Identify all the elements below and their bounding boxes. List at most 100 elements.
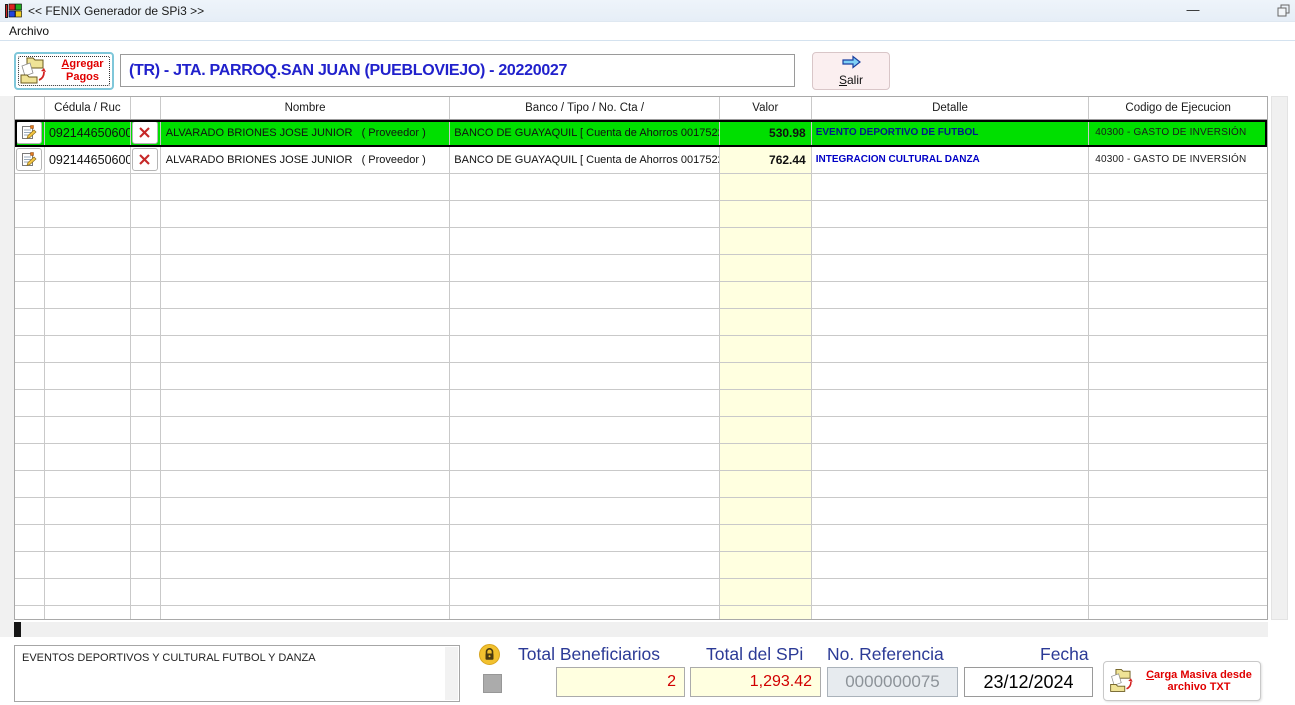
column-header-nombre[interactable]: Nombre bbox=[161, 97, 451, 119]
cell-empty bbox=[812, 390, 1090, 417]
delete-row-button[interactable] bbox=[132, 148, 158, 171]
column-header-detalle[interactable]: Detalle bbox=[812, 97, 1090, 119]
cell-empty bbox=[450, 282, 720, 309]
grid-row-empty bbox=[15, 336, 1267, 363]
cell-valor[interactable]: 530.98 bbox=[720, 120, 812, 147]
cell-empty bbox=[15, 471, 45, 498]
cell-empty bbox=[1089, 363, 1267, 390]
cell-empty bbox=[45, 174, 131, 201]
cell-empty bbox=[161, 336, 451, 363]
grid-row-empty bbox=[15, 444, 1267, 471]
cell-empty bbox=[812, 444, 1090, 471]
cell-empty bbox=[812, 228, 1090, 255]
grid-row-empty bbox=[15, 282, 1267, 309]
cell-empty bbox=[45, 363, 131, 390]
cell-empty bbox=[45, 525, 131, 552]
column-header-valor[interactable]: Valor bbox=[720, 97, 812, 119]
grid-vertical-scrollbar[interactable] bbox=[1271, 96, 1288, 620]
grid-row[interactable]: 0921446506001 ALVARADO BRIONES JOSE JUNIO… bbox=[15, 147, 1267, 174]
cell-empty bbox=[15, 363, 45, 390]
cell-empty bbox=[45, 228, 131, 255]
cell-empty bbox=[161, 228, 451, 255]
cell-empty bbox=[161, 309, 451, 336]
grid-row-empty bbox=[15, 606, 1267, 619]
app-window-icon bbox=[5, 3, 22, 19]
cell-empty bbox=[1089, 606, 1267, 619]
total-spi-field[interactable]: 1,293.42 bbox=[690, 667, 821, 697]
cell-empty bbox=[45, 390, 131, 417]
column-header-cedula[interactable]: Cédula / Ruc bbox=[45, 97, 131, 119]
cell-banco[interactable]: BANCO DE GUAYAQUIL [ Cuenta de Ahorros 0… bbox=[450, 147, 720, 174]
edit-row-button[interactable] bbox=[16, 121, 42, 144]
cell-empty bbox=[1089, 228, 1267, 255]
cell-empty bbox=[720, 471, 812, 498]
cell-empty bbox=[131, 552, 161, 579]
cell-empty bbox=[812, 606, 1090, 619]
scrollbar-thumb[interactable] bbox=[14, 622, 21, 637]
delete-row-button[interactable] bbox=[132, 121, 158, 144]
cell-empty bbox=[450, 174, 720, 201]
cell-codigo[interactable]: 40300 - GASTO DE INVERSIÓN bbox=[1089, 147, 1267, 174]
cell-empty bbox=[812, 471, 1090, 498]
cell-empty bbox=[15, 174, 45, 201]
cell-empty bbox=[720, 498, 812, 525]
cell-empty bbox=[45, 336, 131, 363]
cell-cedula[interactable]: 0921446506001 bbox=[45, 147, 131, 174]
cell-codigo[interactable]: 40300 - GASTO DE INVERSIÓN bbox=[1089, 120, 1267, 147]
grid-row-empty bbox=[15, 363, 1267, 390]
minimize-button[interactable]: — bbox=[1176, 0, 1210, 22]
grid-row-empty bbox=[15, 579, 1267, 606]
cell-empty bbox=[1089, 471, 1267, 498]
cell-empty bbox=[161, 552, 451, 579]
cell-empty bbox=[720, 336, 812, 363]
cell-empty bbox=[45, 606, 131, 619]
column-header-codigo[interactable]: Codigo de Ejecucion bbox=[1089, 97, 1267, 119]
status-square bbox=[483, 674, 502, 693]
exit-button[interactable]: Salir bbox=[812, 52, 890, 90]
restore-button[interactable] bbox=[1277, 4, 1291, 18]
column-header-banco[interactable]: Banco / Tipo / No. Cta / bbox=[450, 97, 720, 119]
grid-row[interactable]: 0921446506001 ALVARADO BRIONES JOSE JUNIO… bbox=[15, 120, 1267, 147]
carga-masiva-button[interactable]: Carga Masiva desde archivo TXT bbox=[1103, 661, 1261, 701]
column-header-delete[interactable] bbox=[131, 97, 161, 119]
cell-detalle[interactable]: EVENTO DEPORTIVO DE FUTBOL bbox=[812, 120, 1090, 147]
cell-empty bbox=[1089, 579, 1267, 606]
cell-detalle[interactable]: INTEGRACION CULTURAL DANZA bbox=[812, 147, 1090, 174]
cell-empty bbox=[812, 174, 1090, 201]
cell-empty bbox=[161, 282, 451, 309]
add-payments-button[interactable]: Agregar Pagos bbox=[14, 52, 114, 90]
cell-banco[interactable]: BANCO DE GUAYAQUIL [ Cuenta de Ahorros 0… bbox=[450, 120, 720, 147]
grid-row-empty bbox=[15, 471, 1267, 498]
cell-empty bbox=[161, 201, 451, 228]
grid-row-empty bbox=[15, 498, 1267, 525]
menu-item-archivo[interactable]: Archivo bbox=[0, 22, 58, 38]
cell-empty bbox=[131, 174, 161, 201]
grid-horizontal-scrollbar[interactable] bbox=[14, 622, 1268, 637]
description-textarea[interactable]: EVENTOS DEPORTIVOS Y CULTURAL FUTBOL Y D… bbox=[14, 645, 460, 702]
cell-nombre[interactable]: ALVARADO BRIONES JOSE JUNIOR ( Proveedor… bbox=[161, 147, 451, 174]
edit-row-button[interactable] bbox=[16, 148, 42, 171]
cell-empty bbox=[450, 363, 720, 390]
column-header-edit[interactable] bbox=[15, 97, 45, 119]
fecha-field[interactable]: 23/12/2024 bbox=[964, 667, 1093, 697]
cell-empty bbox=[812, 525, 1090, 552]
cell-empty bbox=[45, 498, 131, 525]
referencia-field[interactable]: 0000000075 bbox=[827, 667, 958, 697]
cell-empty bbox=[131, 579, 161, 606]
grid-row-empty bbox=[15, 417, 1267, 444]
cell-empty bbox=[45, 417, 131, 444]
cell-empty bbox=[720, 552, 812, 579]
entity-title-input[interactable]: (TR) - JTA. PARROQ.SAN JUAN (PUEBLOVIEJO… bbox=[120, 54, 795, 87]
total-beneficiarios-field[interactable]: 2 bbox=[556, 667, 685, 697]
cell-empty bbox=[131, 255, 161, 282]
folders-arrow-icon bbox=[18, 54, 52, 89]
textarea-scrollbar[interactable] bbox=[445, 647, 458, 700]
cell-nombre[interactable]: ALVARADO BRIONES JOSE JUNIOR ( Proveedor… bbox=[161, 120, 451, 147]
cell-cedula[interactable]: 0921446506001 bbox=[45, 120, 131, 147]
cell-empty bbox=[15, 498, 45, 525]
cell-empty bbox=[15, 444, 45, 471]
cell-valor[interactable]: 762.44 bbox=[720, 147, 812, 174]
application-window: << FENIX Generador de SPi3 >> — Archivo … bbox=[0, 0, 1295, 705]
cell-empty bbox=[1089, 417, 1267, 444]
grid-row-empty bbox=[15, 255, 1267, 282]
